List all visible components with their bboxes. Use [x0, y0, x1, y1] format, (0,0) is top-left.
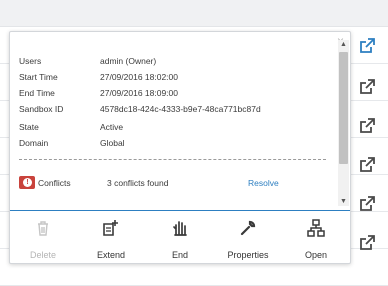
- hand-stop-icon: [171, 219, 189, 237]
- resolve-link[interactable]: Resolve: [248, 178, 279, 188]
- sitemap-icon: [307, 219, 325, 237]
- trash-icon: [34, 219, 52, 237]
- external-link-icon[interactable]: [359, 79, 375, 95]
- end-time-label: End Time: [19, 88, 55, 98]
- delete-label: Delete: [29, 250, 56, 260]
- end-time-value: 27/09/2016 18:09:00: [100, 88, 178, 98]
- sandbox-id-value: 4578dc18-424c-4333-b9e7-48ca771bc87d: [100, 104, 261, 114]
- dashed-divider: [19, 159, 326, 160]
- conflicts-label: Conflicts: [38, 178, 71, 188]
- open-button[interactable]: Open: [291, 215, 341, 261]
- extend-button[interactable]: Extend: [86, 215, 136, 261]
- extend-label: Extend: [96, 250, 126, 260]
- top-bar: [0, 0, 388, 27]
- delete-button[interactable]: Delete: [18, 215, 68, 261]
- details-scroll-area[interactable]: Users admin (Owner) Start Time 27/09/201…: [10, 32, 350, 208]
- scroll-up-arrow-icon[interactable]: ▲: [338, 40, 349, 49]
- conflict-alert-icon: !: [19, 176, 35, 189]
- users-label: Users: [19, 56, 42, 66]
- properties-label: Properties: [227, 250, 269, 260]
- external-link-icon[interactable]: [359, 157, 375, 173]
- users-value: admin (Owner): [100, 56, 157, 66]
- external-link-icon[interactable]: [359, 235, 375, 251]
- start-time-value: 27/09/2016 18:02:00: [100, 72, 178, 82]
- sandbox-id-label: Sandbox ID: [19, 104, 64, 114]
- scroll-thumb[interactable]: [339, 52, 348, 164]
- end-button[interactable]: End: [155, 215, 205, 261]
- external-link-icon[interactable]: [359, 38, 375, 54]
- wrench-icon: [239, 219, 257, 237]
- start-time-label: Start Time: [19, 72, 58, 82]
- conflicts-count: 3 conflicts found: [107, 178, 169, 188]
- domain-value: Global: [100, 138, 125, 148]
- state-label: State: [19, 122, 39, 132]
- extend-icon: [102, 219, 120, 237]
- sandbox-details-popup: × Users admin (Owner) Start Time 27/09/2…: [9, 31, 351, 264]
- toolbar-divider: [10, 210, 350, 211]
- scrollbar[interactable]: ▲ ▼: [338, 40, 349, 206]
- end-label: End: [171, 250, 188, 260]
- external-link-icon[interactable]: [359, 118, 375, 134]
- scroll-down-arrow-icon[interactable]: ▼: [338, 197, 349, 206]
- external-link-icon[interactable]: [359, 196, 375, 212]
- properties-button[interactable]: Properties: [223, 215, 273, 261]
- state-value: Active: [100, 122, 124, 132]
- domain-label: Domain: [19, 138, 49, 148]
- open-label: Open: [304, 250, 328, 260]
